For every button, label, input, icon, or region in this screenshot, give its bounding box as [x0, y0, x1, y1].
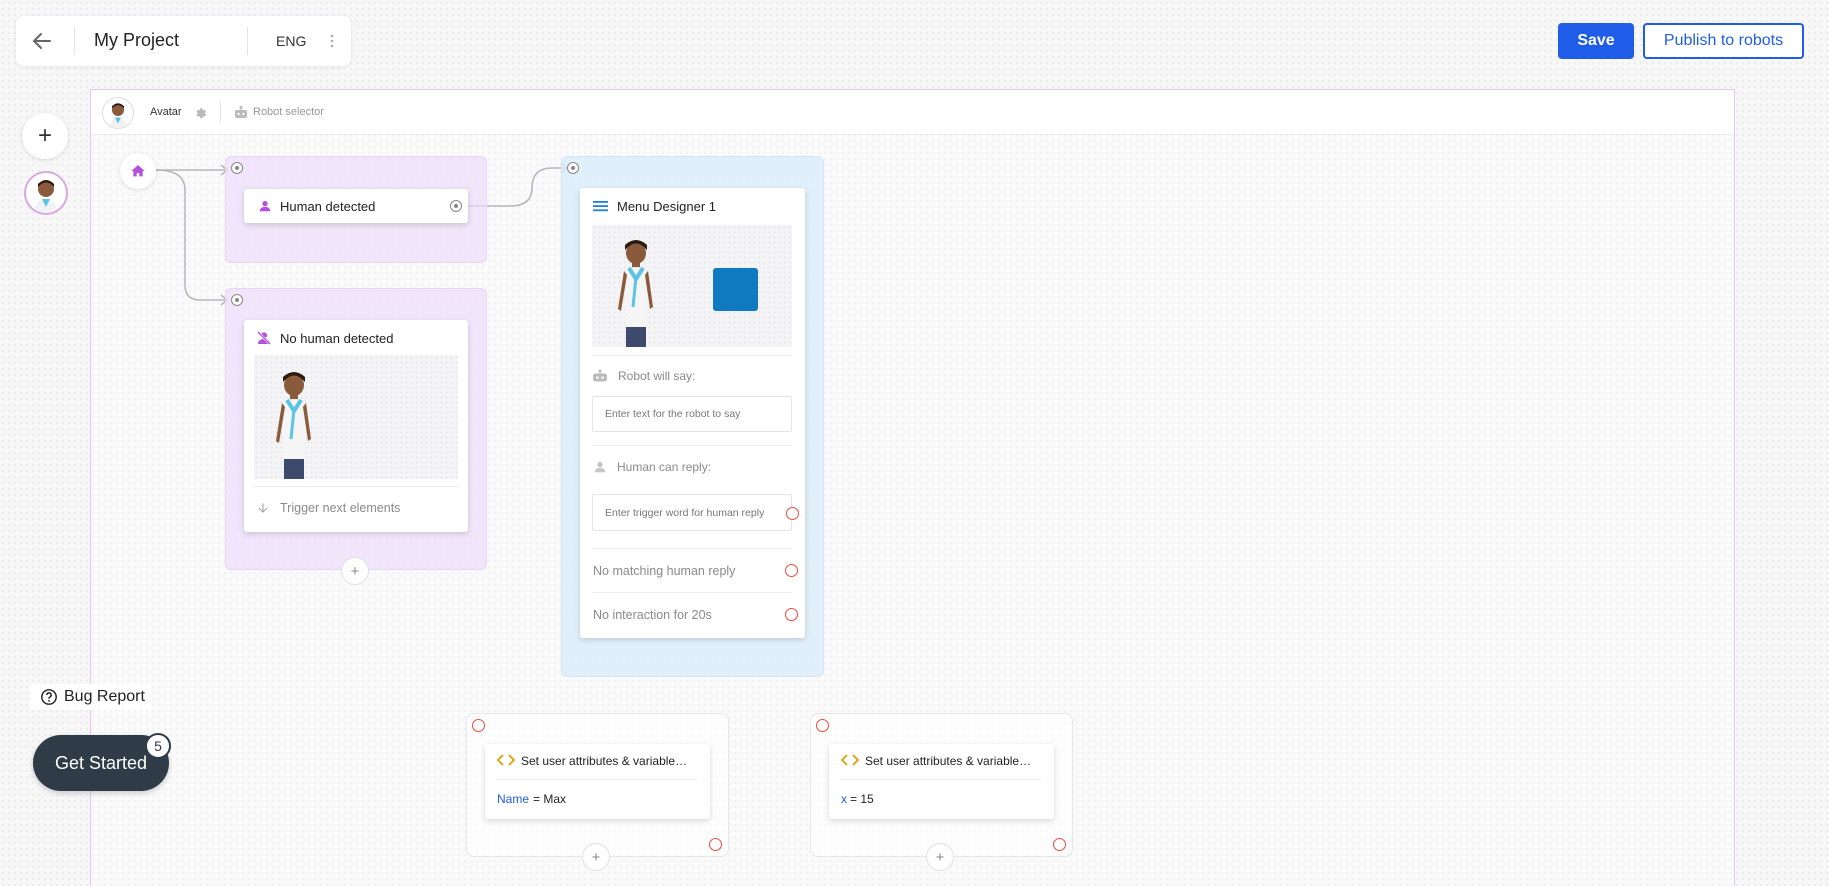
code-brackets-icon [840, 753, 860, 767]
menu-lines-icon [593, 199, 608, 213]
add-element-button[interactable]: + [926, 843, 954, 871]
divider [592, 592, 792, 593]
human-can-reply-label: Human can reply: [617, 460, 712, 474]
help-circle-icon [41, 689, 57, 705]
output-port[interactable] [450, 200, 462, 212]
menu-designer-title: Menu Designer 1 [617, 199, 716, 214]
input-port[interactable] [231, 162, 243, 174]
person-icon [258, 199, 272, 213]
avatar-figure-icon [618, 240, 653, 347]
bug-report-button[interactable]: Bug Report [30, 684, 151, 710]
avatar-preview [254, 355, 458, 479]
human-detected-title: Human detected [280, 199, 376, 214]
divider [497, 779, 697, 780]
menu-media-preview [592, 225, 792, 347]
no-match-output-port[interactable] [785, 564, 798, 577]
trigger-next-elements[interactable]: Trigger next elements [280, 501, 400, 515]
input-port[interactable] [567, 162, 579, 174]
set-attributes-title-2: Set user attributes & variable… [865, 754, 1032, 768]
set-attributes-card-1[interactable]: Set user attributes & variable… Name = M… [485, 744, 710, 819]
arrow-down-icon [256, 501, 270, 515]
robot-say-input[interactable]: Enter text for the robot to say [592, 396, 792, 432]
variable-value[interactable]: = 15 [850, 792, 874, 806]
get-started-count-badge: 5 [145, 733, 171, 759]
input-port[interactable] [472, 719, 485, 732]
input-port[interactable] [816, 719, 829, 732]
menu-designer-card[interactable]: Menu Designer 1 Robot will say: Enter te… [580, 188, 805, 638]
bug-report-label: Bug Report [64, 688, 145, 705]
person-off-icon [256, 330, 272, 346]
set-attributes-card-2[interactable]: Set user attributes & variable… x = 15 [829, 744, 1054, 819]
human-reply-placeholder: Enter trigger word for human reply [605, 507, 765, 519]
output-port[interactable] [709, 838, 722, 851]
robot-will-say-label: Robot will say: [618, 369, 696, 383]
no-matching-reply: No matching human reply [593, 564, 736, 578]
avatar-figure-icon [276, 372, 311, 479]
no-human-detected-card[interactable]: No human detected Trigger next elements [244, 320, 468, 532]
robot-icon [592, 368, 608, 383]
media-square [713, 268, 758, 311]
no-interaction-timeout: No interaction for 20s [593, 608, 712, 622]
code-brackets-icon [496, 753, 516, 767]
home-icon [131, 165, 145, 177]
variable-name[interactable]: Name [497, 792, 529, 806]
variable-name[interactable]: x [841, 792, 847, 806]
human-reply-input[interactable]: Enter trigger word for human reply [592, 494, 799, 531]
reply-output-port[interactable] [786, 507, 799, 520]
add-element-button[interactable]: + [582, 843, 610, 871]
output-port[interactable] [1053, 838, 1066, 851]
add-element-button[interactable]: + [341, 557, 369, 585]
no-human-detected-title: No human detected [280, 331, 394, 346]
divider [592, 548, 792, 549]
timeout-output-port[interactable] [785, 608, 798, 621]
input-port[interactable] [231, 294, 243, 306]
divider [592, 355, 792, 356]
home-start-button[interactable] [120, 153, 156, 189]
human-detected-card[interactable]: Human detected [244, 189, 468, 223]
divider [254, 486, 458, 487]
divider [592, 445, 792, 446]
person-icon [593, 460, 607, 474]
set-attributes-title-1: Set user attributes & variable… [521, 754, 688, 768]
variable-value[interactable]: = Max [533, 792, 566, 806]
robot-say-placeholder: Enter text for the robot to say [605, 408, 741, 420]
divider [841, 779, 1041, 780]
